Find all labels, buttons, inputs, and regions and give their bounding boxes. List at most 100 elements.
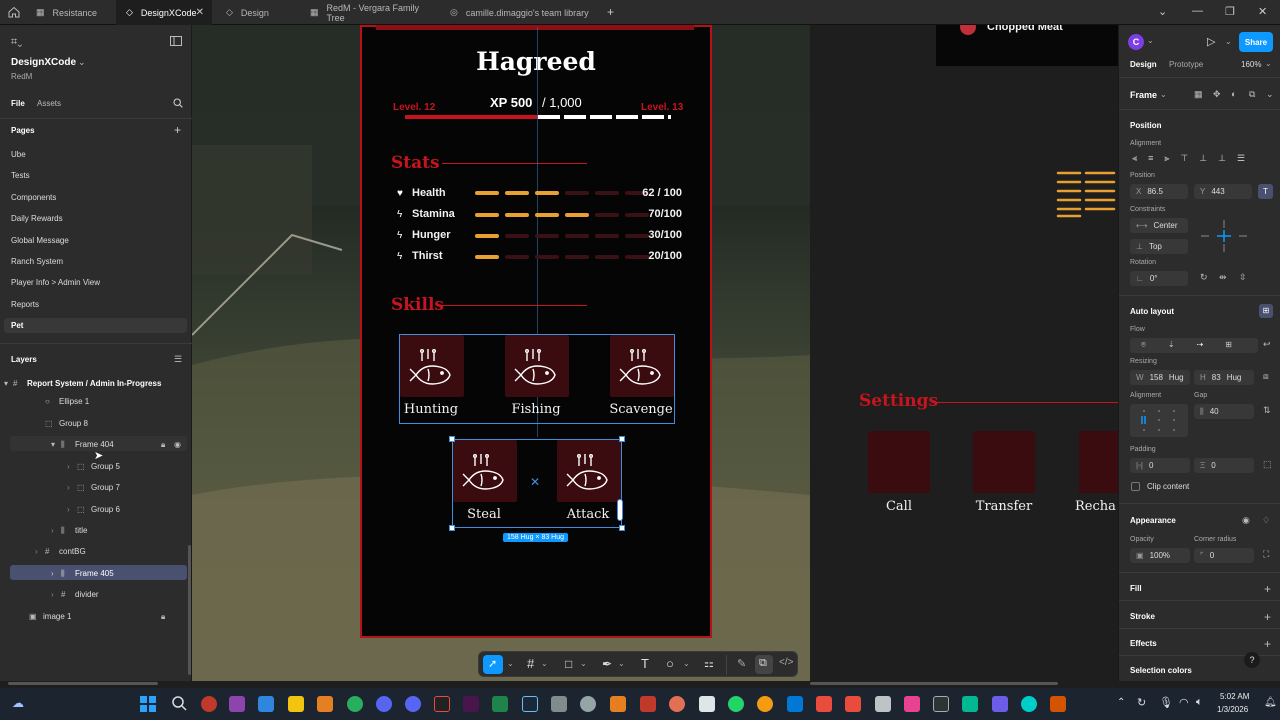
actions-icon[interactable]: ⚏: [704, 657, 714, 670]
page-item-selected[interactable]: Pet: [11, 321, 23, 330]
cursor-tool-icon[interactable]: ➚: [488, 657, 497, 670]
constraint-widget[interactable]: [1199, 220, 1249, 252]
skill-tile-steal[interactable]: [453, 440, 517, 502]
lock-icon[interactable]: 🔒︎: [161, 612, 165, 622]
player-info-frame[interactable]: Hagreed Level. 12 Level. 13 XP 500 / 1,0…: [360, 25, 712, 638]
new-tab-icon[interactable]: +: [607, 5, 614, 19]
collapse-layers-icon[interactable]: ☰: [174, 354, 182, 365]
skill-tile-hunting[interactable]: [400, 335, 464, 397]
app-icon[interactable]: [640, 696, 656, 712]
app-icon[interactable]: [580, 696, 596, 712]
mask-icon[interactable]: ◐: [1231, 89, 1236, 99]
chevron-down-icon[interactable]: ⌄: [580, 659, 587, 668]
align-right-icon[interactable]: ⫸: [1164, 153, 1169, 164]
lock-icon[interactable]: 🔒︎: [161, 440, 165, 450]
page-item[interactable]: Daily Rewards: [11, 214, 63, 223]
flow-grid-icon[interactable]: ⊞: [1225, 340, 1232, 350]
x-input[interactable]: X 86.5: [1130, 184, 1188, 199]
help-icon[interactable]: ?: [1244, 652, 1260, 668]
weather-icon[interactable]: ☁: [12, 696, 24, 710]
zoom-level[interactable]: 160%: [1241, 60, 1261, 69]
eye-icon[interactable]: ◉: [1242, 515, 1250, 526]
text-position-icon[interactable]: T: [1258, 184, 1273, 199]
collapse-caret-icon[interactable]: ›: [67, 505, 70, 514]
align-top-icon[interactable]: ⊤: [1180, 153, 1188, 164]
slack-icon[interactable]: [463, 696, 479, 712]
add-stroke-icon[interactable]: +: [1264, 610, 1271, 624]
add-effect-icon[interactable]: +: [1264, 637, 1271, 651]
resize-handle[interactable]: [449, 436, 455, 442]
design-mode-icon[interactable]: ⧉: [759, 657, 767, 670]
padding-vertical-input[interactable]: Ξ0: [1194, 458, 1254, 473]
skill-tile-attack[interactable]: [557, 440, 621, 502]
rotation-input[interactable]: ∟ 0°: [1130, 271, 1188, 286]
discord-icon[interactable]: [376, 696, 392, 712]
layer-report-system[interactable]: Report System / Admin In-Progress: [27, 379, 161, 388]
individual-corners-icon[interactable]: ⛶: [1263, 549, 1269, 560]
eye-icon[interactable]: ◉: [174, 440, 181, 449]
add-page-icon[interactable]: +: [174, 123, 181, 137]
wifi-icon[interactable]: ◠: [1179, 696, 1189, 709]
collapse-caret-icon[interactable]: ›: [35, 547, 38, 556]
skill-tile-fishing[interactable]: [505, 335, 569, 397]
rectangle-tool-icon[interactable]: □: [565, 657, 572, 671]
skill-tile-scavenge[interactable]: [610, 335, 674, 397]
tab-file[interactable]: File: [11, 99, 25, 108]
add-fill-icon[interactable]: +: [1264, 582, 1271, 596]
close-window-icon[interactable]: ✕: [1258, 5, 1267, 18]
sync-icon[interactable]: ↻: [1137, 696, 1146, 709]
chevron-down-icon[interactable]: ⌄: [1160, 90, 1167, 99]
height-input[interactable]: H 83 Hug: [1194, 370, 1254, 385]
page-item[interactable]: Player Info > Admin View: [11, 278, 100, 287]
notification-bell-icon[interactable]: 🔔︎: [1264, 697, 1277, 708]
layer-frame-405[interactable]: Frame 405: [75, 569, 114, 578]
app-icon[interactable]: [551, 696, 567, 712]
layer-contbg[interactable]: contBG: [59, 547, 86, 556]
notion-icon[interactable]: [699, 696, 715, 712]
app-icon[interactable]: [962, 696, 978, 712]
align-bottom-icon[interactable]: ⊥: [1218, 153, 1226, 164]
page-item[interactable]: Ube: [11, 150, 26, 159]
avatar[interactable]: C: [1128, 34, 1144, 50]
settings-tile-transfer[interactable]: [973, 431, 1035, 493]
collapse-caret-icon[interactable]: ›: [67, 462, 70, 471]
text-tool-icon[interactable]: T: [641, 656, 649, 671]
scrollbar[interactable]: [188, 545, 191, 675]
chevron-down-icon[interactable]: ⌄: [1266, 89, 1274, 100]
app-icon[interactable]: [201, 696, 217, 712]
close-tab-icon[interactable]: ✕: [196, 7, 204, 18]
dev-mode-icon[interactable]: </>: [779, 657, 793, 668]
flow-freeform-icon[interactable]: ⌾: [1141, 340, 1146, 350]
collapse-caret-icon[interactable]: ›: [51, 590, 54, 599]
expand-caret-icon[interactable]: ▾: [51, 440, 55, 449]
figma-icon[interactable]: [434, 696, 450, 712]
main-menu-icon[interactable]: ⌗⌄: [11, 36, 22, 49]
chevron-down-icon[interactable]: ⌄: [541, 659, 548, 668]
layer-frame-404[interactable]: Frame 404: [75, 440, 114, 449]
layers-horizontal-scrollbar[interactable]: [8, 682, 158, 685]
flow-horizontal-icon[interactable]: ⇢: [1197, 340, 1204, 350]
app-icon[interactable]: [1050, 696, 1066, 712]
chevron-down-icon[interactable]: ⌄: [618, 659, 625, 668]
draw-mode-icon[interactable]: ✎: [737, 657, 746, 670]
terminal-icon[interactable]: [933, 696, 949, 712]
app-icon[interactable]: [875, 696, 891, 712]
copilot-icon[interactable]: [229, 696, 245, 712]
individual-padding-icon[interactable]: ⬚: [1263, 459, 1272, 470]
toggle-sidebar-icon[interactable]: [170, 36, 182, 46]
constraint-vertical-select[interactable]: ⊥ Top: [1130, 239, 1188, 254]
alignment-grid[interactable]: [1130, 404, 1188, 437]
page-item[interactable]: Reports: [11, 300, 39, 309]
auto-layout-settings-icon[interactable]: ⊞: [1259, 304, 1273, 318]
page-item[interactable]: Components: [11, 193, 56, 202]
layer-group-8[interactable]: Group 8: [59, 419, 88, 428]
resize-handle[interactable]: [619, 436, 625, 442]
layer-group-7[interactable]: Group 7: [91, 483, 120, 492]
frame-tool-icon[interactable]: #: [527, 656, 534, 671]
chrome-icon[interactable]: [347, 696, 363, 712]
page-item[interactable]: Tests: [11, 171, 30, 180]
wrap-icon[interactable]: ↩: [1263, 339, 1271, 350]
corner-radius-input[interactable]: ⌜ 0: [1194, 548, 1254, 563]
rotate-icon[interactable]: ↻: [1200, 272, 1208, 283]
canvas-horizontal-scrollbar[interactable]: [810, 682, 1058, 685]
